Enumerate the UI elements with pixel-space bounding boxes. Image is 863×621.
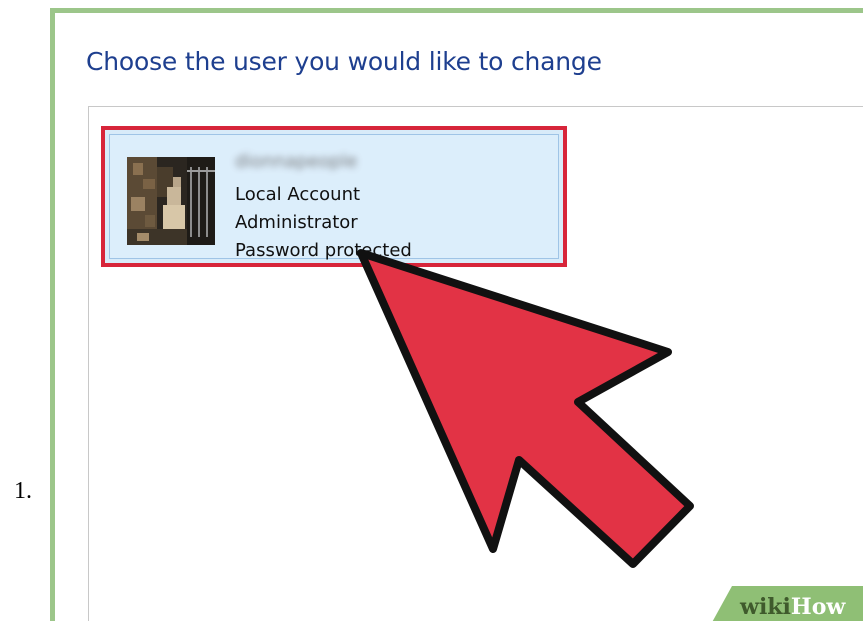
account-type-label: Local Account	[235, 184, 361, 205]
user-tile-inner[interactable]: dionnapeople Local Account Administrator…	[109, 134, 559, 261]
window-title: Choose the user you would like to change	[86, 47, 602, 76]
instruction-page: 1. Choose the user you would like to cha…	[0, 0, 863, 621]
watermark-how: How	[790, 594, 846, 620]
user-name: dionnapeople	[235, 151, 358, 172]
wikihow-watermark: wikiHow	[710, 586, 863, 621]
watermark-wiki: wiki	[740, 594, 791, 620]
account-role-label: Administrator	[235, 212, 358, 233]
user-avatar	[127, 157, 215, 245]
avatar-photo-icon	[127, 157, 215, 245]
user-account-tile[interactable]: dionnapeople Local Account Administrator…	[101, 126, 567, 267]
step-number: 1.	[14, 478, 32, 504]
watermark-text: wikiHow	[740, 594, 845, 620]
account-security-label: Password protected	[235, 240, 412, 261]
